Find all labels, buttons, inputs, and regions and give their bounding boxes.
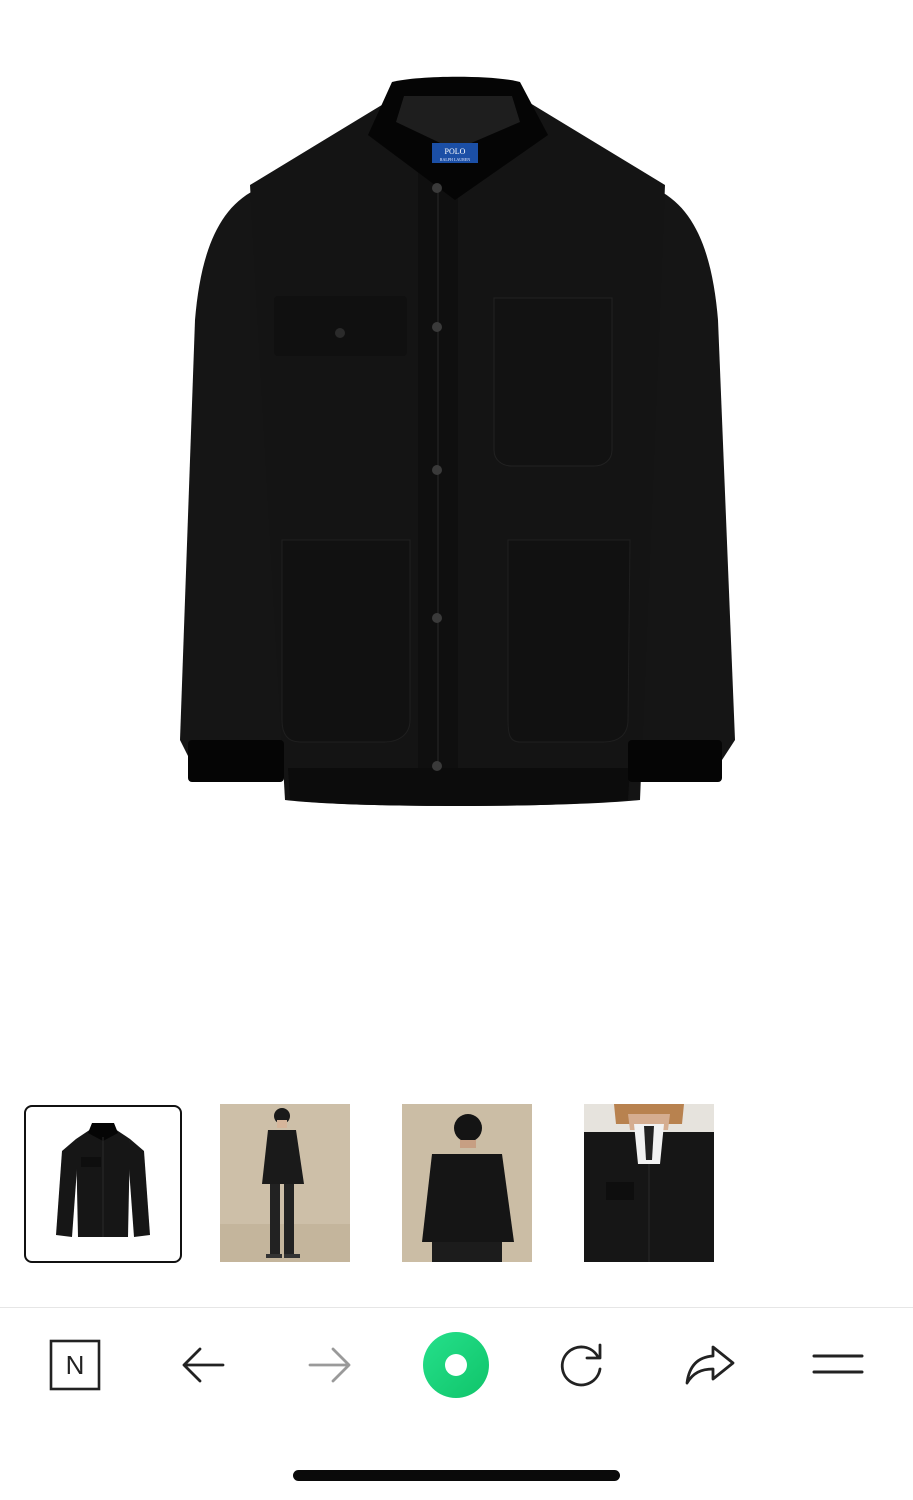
home-indicator xyxy=(293,1470,620,1481)
browser-toolbar: N xyxy=(0,1308,913,1428)
thumb-model-back[interactable] xyxy=(402,1104,532,1262)
model-back-thumbnail-image xyxy=(402,1104,532,1262)
jacket-thumbnail-image xyxy=(56,1123,150,1237)
share-button[interactable] xyxy=(675,1335,745,1395)
forward-arrow-icon xyxy=(308,1347,351,1383)
thumb-model-closeup[interactable] xyxy=(584,1104,714,1262)
forward-button[interactable] xyxy=(295,1335,365,1395)
n-logo-icon: N xyxy=(49,1339,101,1391)
back-button[interactable] xyxy=(168,1335,238,1395)
model-closeup-thumbnail-image xyxy=(584,1104,714,1262)
brand-label-text-2: RALPH LAUREN xyxy=(440,157,470,162)
share-icon xyxy=(685,1345,735,1385)
brand-label-text-1: POLO xyxy=(445,147,466,156)
thumb-model-full[interactable] xyxy=(220,1104,350,1262)
home-button[interactable] xyxy=(421,1332,491,1398)
n-logo-button[interactable]: N xyxy=(40,1335,110,1395)
reload-icon xyxy=(560,1343,602,1387)
reload-button[interactable] xyxy=(547,1335,617,1395)
home-ring-icon xyxy=(423,1332,489,1398)
model-full-thumbnail-image xyxy=(220,1104,350,1262)
jacket-illustration: POLO RALPH LAUREN xyxy=(180,76,735,806)
menu-icon xyxy=(812,1354,864,1374)
n-logo-glyph: N xyxy=(66,1350,85,1380)
back-arrow-icon xyxy=(182,1347,225,1383)
thumbnail-strip xyxy=(0,1104,913,1264)
thumb-product-front[interactable] xyxy=(24,1105,182,1263)
menu-button[interactable] xyxy=(803,1335,873,1395)
product-main-image[interactable]: POLO RALPH LAUREN xyxy=(0,0,913,1080)
product-gallery-page: POLO RALPH LAUREN N xyxy=(0,0,913,1500)
